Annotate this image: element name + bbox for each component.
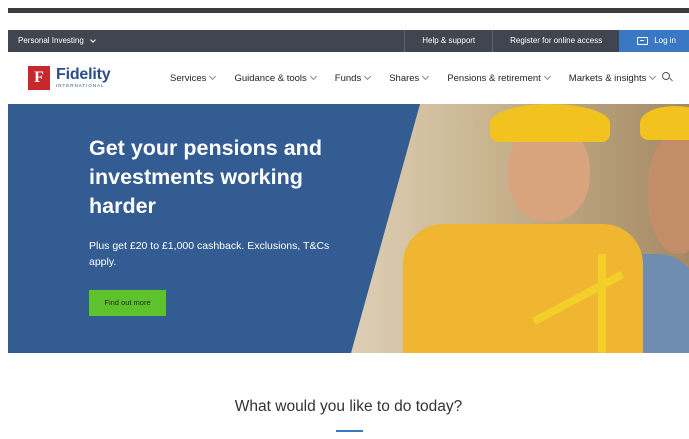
help-link[interactable]: Help & support	[404, 30, 492, 52]
browser-top-bar	[8, 8, 689, 13]
photo-folding-ruler-vertical	[598, 254, 606, 353]
section-divider	[336, 430, 363, 432]
nav-item-label: Shares	[389, 72, 420, 84]
nav-item-markets-insights[interactable]: Markets & insights	[568, 72, 657, 84]
nav-item-label: Pensions & retirement	[447, 72, 541, 84]
logo-mark: F	[28, 66, 50, 90]
nav-item-label: Guidance & tools	[234, 72, 307, 84]
nav-item-label: Markets & insights	[568, 72, 647, 84]
login-icon	[637, 37, 649, 45]
logo-subtitle: INTERNATIONAL	[56, 83, 105, 88]
chevron-down-icon	[89, 36, 96, 43]
photo-adult-helmet	[640, 106, 689, 140]
chevron-down-icon	[209, 72, 217, 81]
search-icon[interactable]	[662, 72, 670, 80]
utility-bar: Personal Investing Help & support Regist…	[8, 30, 689, 52]
chevron-down-icon	[649, 72, 657, 81]
login-button[interactable]: Log in	[619, 30, 689, 52]
segment-label: Personal Investing	[18, 36, 84, 45]
nav-item-label: Funds	[334, 72, 362, 84]
section-title: What would you like to do today?	[234, 398, 463, 415]
nav-item-shares[interactable]: Shares	[389, 72, 430, 84]
nav-item-label: Services	[170, 72, 207, 84]
find-out-more-button[interactable]: Find out more	[89, 290, 166, 316]
photo-adult-face	[648, 134, 689, 254]
main-nav: F Fidelity INTERNATIONAL Services Guidan…	[8, 52, 689, 104]
nav-item-funds[interactable]: Funds	[334, 72, 372, 84]
nav-item-services[interactable]: Services	[170, 72, 217, 84]
fidelity-logo[interactable]: F Fidelity INTERNATIONAL	[28, 66, 111, 90]
photo-child-shirt	[403, 224, 643, 353]
chevron-down-icon	[543, 72, 551, 81]
hero-title: Get your pensions and investments workin…	[89, 136, 322, 218]
nav-item-guidance-tools[interactable]: Guidance & tools	[234, 72, 317, 84]
chevron-down-icon	[422, 72, 430, 81]
hero-subtitle: Plus get £20 to £1,000 cashback. Exclusi…	[89, 240, 330, 268]
chevron-down-icon	[309, 72, 317, 81]
hero-banner: Get your pensions and investments workin…	[8, 104, 689, 353]
nav-item-pensions-retirement[interactable]: Pensions & retirement	[447, 72, 551, 84]
photo-child-helmet	[490, 104, 610, 142]
segment-selector[interactable]: Personal Investing	[18, 30, 96, 52]
register-link[interactable]: Register for online access	[492, 30, 619, 52]
logo-name: Fidelity	[56, 66, 111, 83]
chevron-down-icon	[364, 72, 372, 81]
login-label: Log in	[654, 36, 676, 45]
